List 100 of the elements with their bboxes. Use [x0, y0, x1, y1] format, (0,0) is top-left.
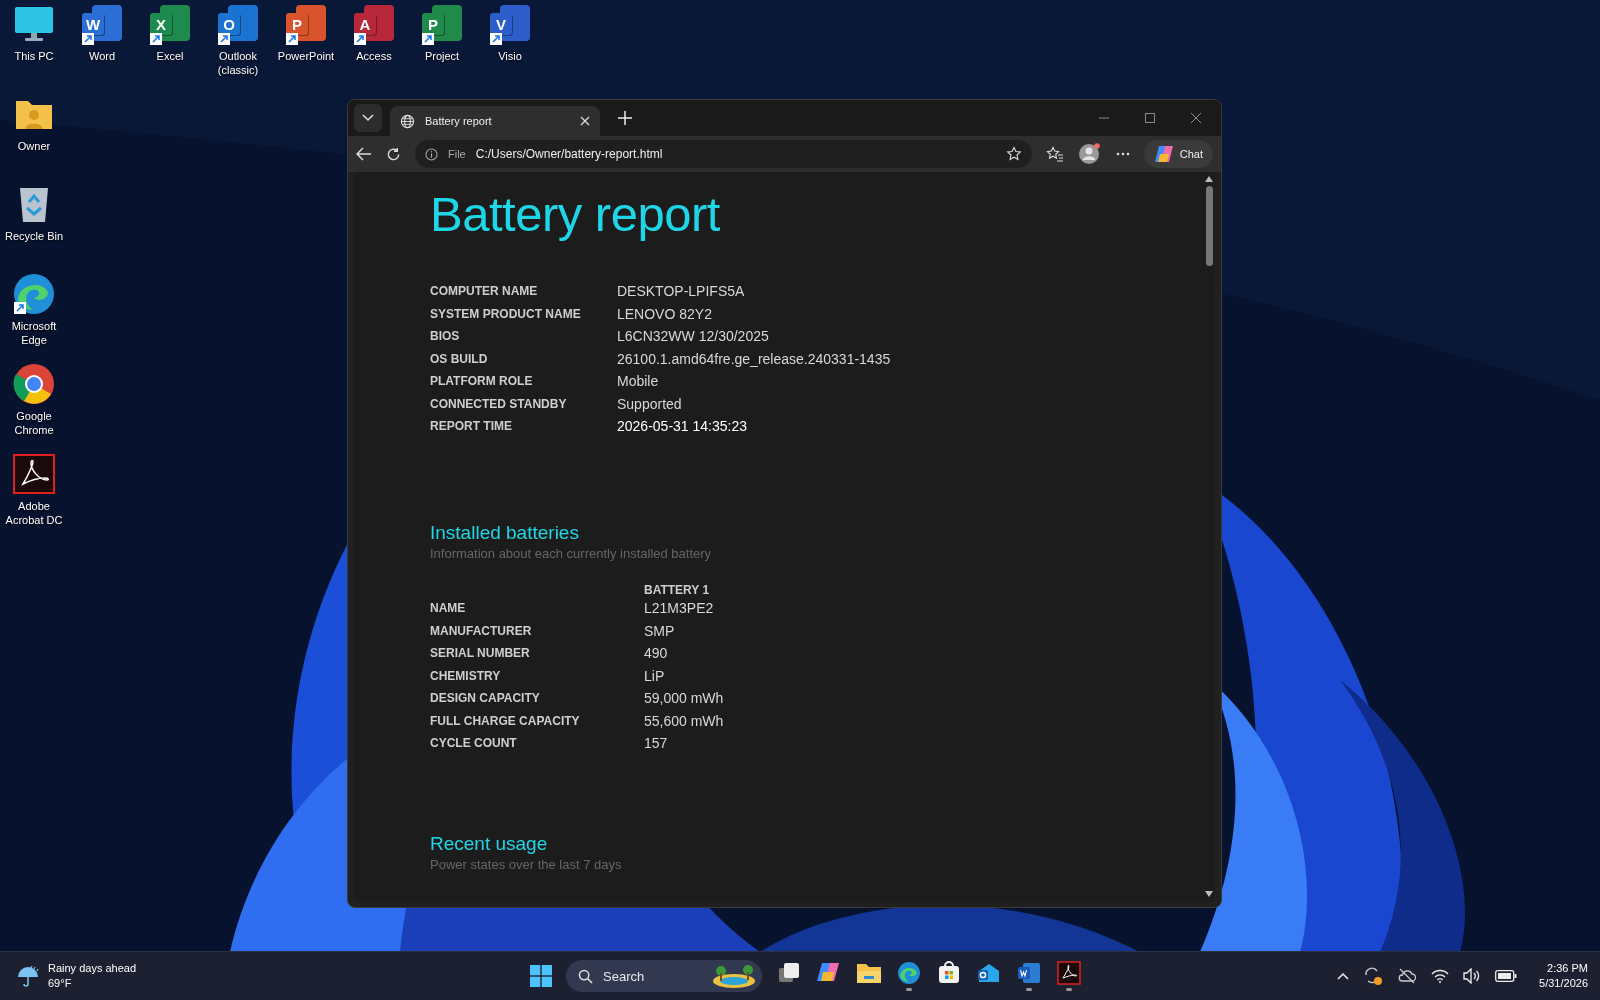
- desktop-shortcut[interactable]: X Excel: [136, 2, 204, 92]
- acrobat-icon: [13, 454, 55, 494]
- shortcut-label: Excel: [155, 49, 185, 63]
- shortcut-arrow-icon: [82, 33, 94, 45]
- start-icon[interactable]: [530, 965, 552, 987]
- field-label: DESIGN CAPACITY: [430, 687, 644, 710]
- shortcut-label: Google Chrome: [13, 409, 55, 437]
- field-value: Supported: [617, 394, 683, 414]
- globe-icon: [400, 113, 415, 129]
- umbrella-rain-icon: [16, 964, 40, 988]
- tab-title: Battery report: [425, 115, 493, 127]
- clock[interactable]: 2:36 PM 5/31/2026: [1539, 961, 1588, 991]
- shortcut-arrow-icon: [422, 33, 434, 45]
- desktop-shortcut[interactable]: Microsoft Edge: [0, 272, 68, 362]
- sync-icon[interactable]: [1363, 966, 1384, 986]
- search-input[interactable]: Search: [601, 967, 704, 985]
- desktop-shortcut[interactable]: P Project: [408, 2, 476, 92]
- desktop-shortcut[interactable]: O Outlook (classic): [204, 2, 272, 92]
- mail-icon: [977, 961, 1001, 985]
- shortcut-arrow-icon: [354, 33, 366, 45]
- shortcut-label: Project: [423, 49, 461, 63]
- shortcut-label: Owner: [16, 139, 52, 153]
- field-value: 490: [644, 644, 669, 664]
- info-icon: [425, 147, 438, 161]
- desktop-shortcut[interactable]: P PowerPoint: [272, 2, 340, 92]
- shortcut-label: This PC: [13, 49, 55, 63]
- wifi-icon[interactable]: [1431, 969, 1450, 983]
- field-label: BIOS: [430, 328, 461, 346]
- desktop-shortcut[interactable]: V Visio: [476, 2, 544, 92]
- url-scheme: File: [448, 148, 466, 160]
- more-icon[interactable]: [1115, 152, 1130, 156]
- field-value: L21M3PE2: [644, 599, 715, 619]
- shortcut-arrow-icon: [150, 33, 162, 45]
- section-subtitle: Power states over the last 7 days: [430, 856, 623, 872]
- column-header: BATTERY 1: [644, 582, 711, 597]
- field-label: NAME: [430, 600, 467, 618]
- field-label: REPORT TIME: [430, 415, 617, 438]
- chat-button[interactable]: Chat: [1143, 140, 1213, 168]
- desktop-shortcut[interactable]: Recycle Bin: [0, 182, 68, 272]
- desktop-shortcut[interactable]: Adobe Acrobat DC: [0, 452, 68, 542]
- tab-list-button[interactable]: [354, 104, 382, 132]
- task-view-icon: [777, 961, 801, 985]
- caret-icon: [362, 114, 374, 122]
- shortcut-arrow-icon: [218, 33, 230, 45]
- shortcut-arrow-icon: [490, 33, 502, 45]
- search-field[interactable]: Search: [566, 960, 762, 992]
- field-label: MANUFACTURER: [430, 619, 644, 642]
- field-value: 55,600 mWh: [644, 711, 725, 731]
- monitor-icon: [14, 5, 54, 43]
- weather-text: Rainy days ahead: [48, 961, 137, 976]
- edge-icon: [897, 961, 921, 985]
- desktop-shortcut[interactable]: W Word: [68, 2, 136, 92]
- scroll-up-icon[interactable]: [1205, 176, 1213, 182]
- close-icon[interactable]: [1191, 113, 1201, 123]
- desktop-shortcut[interactable]: A Access: [340, 2, 408, 92]
- shortcut-label: Visio: [497, 49, 523, 63]
- field-value: LiP: [644, 666, 666, 686]
- back-icon[interactable]: [356, 147, 372, 161]
- chevron-up-icon[interactable]: [1337, 972, 1350, 980]
- desktop-shortcut[interactable]: Google Chrome: [0, 362, 68, 452]
- address-bar[interactable]: File C:/Users/Owner/battery-report.html: [415, 140, 1032, 168]
- chrome-icon: [12, 362, 56, 406]
- refresh-icon[interactable]: [386, 146, 401, 162]
- field-label: SERIAL NUMBER: [430, 642, 644, 665]
- field-label: CONNECTED STANDBY: [430, 392, 617, 415]
- folder-icon: [856, 962, 882, 984]
- field-value: 59,000 mWh: [644, 689, 725, 709]
- acrobat-icon: [1057, 961, 1081, 985]
- weather-widget[interactable]: Rainy days ahead 69°F: [16, 961, 236, 991]
- scroll-down-icon[interactable]: [1205, 891, 1213, 897]
- desktop-shortcut[interactable]: This PC: [0, 2, 68, 92]
- field-value: LENOVO 82Y2: [617, 304, 713, 324]
- volume-icon[interactable]: [1463, 968, 1482, 984]
- word-icon: [1017, 961, 1041, 985]
- section-heading: Recent usage: [430, 832, 549, 855]
- scrollbar-thumb[interactable]: [1205, 186, 1213, 266]
- field-value: DESKTOP-LPIFS5A: [617, 282, 746, 302]
- maximize-icon[interactable]: [1145, 113, 1155, 123]
- profile-avatar-icon[interactable]: [1077, 143, 1102, 165]
- temperature-text: 69°F: [48, 976, 73, 991]
- favorites-icon[interactable]: [1045, 146, 1064, 162]
- field-value: L6CN32WW 12/30/2025: [617, 327, 770, 347]
- section-heading: Installed batteries: [430, 521, 580, 544]
- new-tab-icon[interactable]: [618, 111, 632, 125]
- search-icon: [578, 968, 593, 984]
- field-value: 157: [644, 734, 669, 754]
- browser-tab[interactable]: Battery report: [390, 106, 600, 136]
- shortcut-label: Access: [355, 49, 393, 63]
- cloud-off-icon[interactable]: [1397, 968, 1418, 984]
- field-value: 26100.1.amd64fre.ge_release.240331-1435: [617, 349, 891, 369]
- battery-icon[interactable]: [1495, 970, 1518, 982]
- copilot-logo-icon: [1153, 145, 1174, 163]
- field-value: SMP: [644, 621, 676, 641]
- field-label: FULL CHARGE CAPACITY: [430, 709, 644, 732]
- store-bag-icon: [937, 961, 961, 985]
- field-value: 2026-05-31 14:35:23: [617, 417, 748, 437]
- star-icon[interactable]: [1005, 146, 1022, 162]
- shortcut-label: PowerPoint: [276, 49, 336, 63]
- edge-icon: [12, 272, 56, 316]
- desktop-shortcut[interactable]: Owner: [0, 92, 68, 182]
